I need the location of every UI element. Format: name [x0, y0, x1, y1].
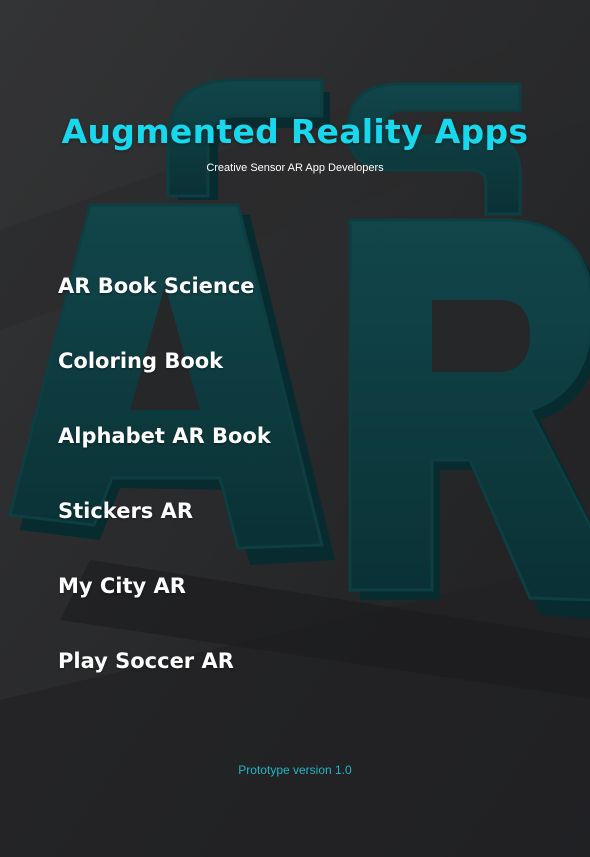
- version-label: Prototype version 1.0: [238, 763, 352, 777]
- app-screen: Augmented Reality Apps Creative Sensor A…: [0, 0, 590, 857]
- page-subtitle: Creative Sensor AR App Developers: [206, 162, 384, 174]
- page-title: Augmented Reality Apps: [61, 112, 529, 151]
- menu-item-my-city-ar[interactable]: My City AR: [58, 566, 271, 641]
- menu-item-stickers-ar[interactable]: Stickers AR: [58, 491, 271, 566]
- menu-item-ar-book-science[interactable]: AR Book Science: [58, 266, 271, 341]
- menu-item-play-soccer-ar[interactable]: Play Soccer AR: [58, 641, 271, 716]
- app-menu: AR Book Science Coloring Book Alphabet A…: [58, 266, 271, 716]
- menu-item-coloring-book[interactable]: Coloring Book: [58, 341, 271, 416]
- menu-item-alphabet-ar-book[interactable]: Alphabet AR Book: [58, 416, 271, 491]
